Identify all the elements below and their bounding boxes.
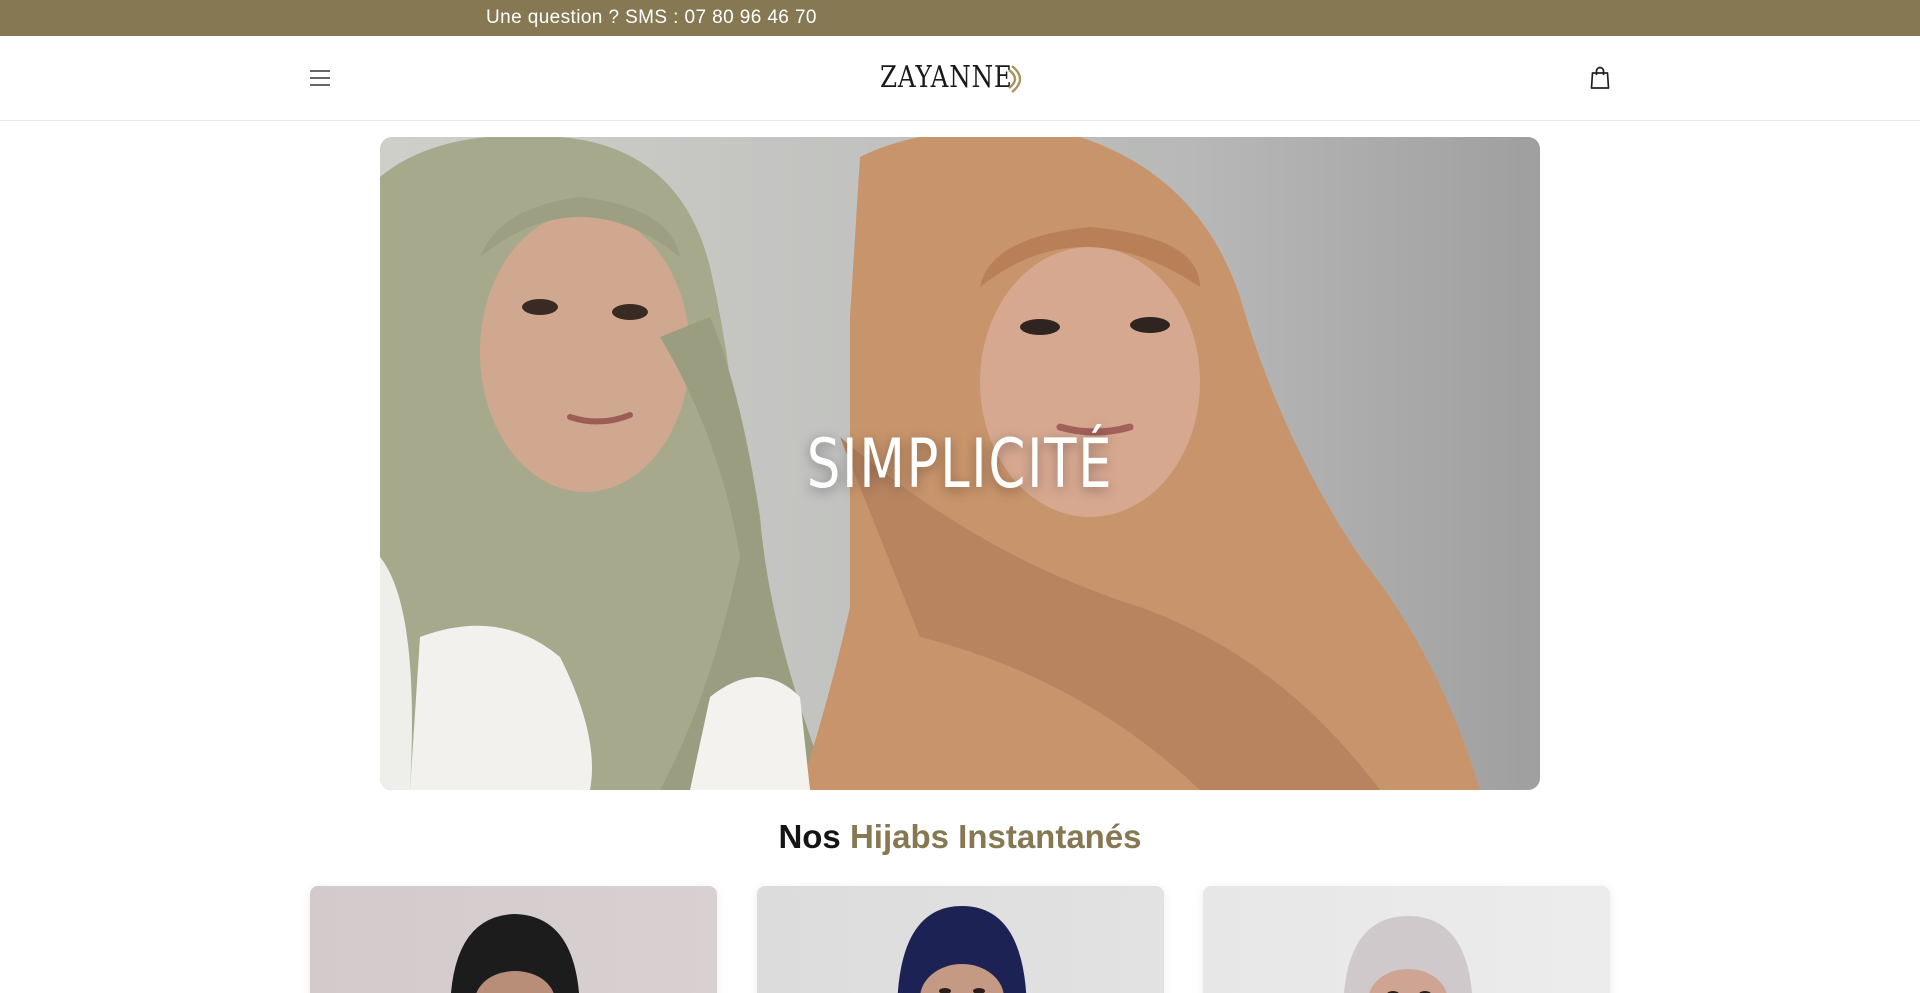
product-card[interactable] — [1203, 886, 1610, 993]
hero-banner[interactable]: SIMPLICITÉ — [380, 137, 1540, 790]
site-header: ZAYANNE — [0, 36, 1920, 121]
product-image — [1344, 916, 1472, 993]
hero-title: SIMPLICITÉ — [806, 425, 1114, 504]
section-title: Nos Hijabs Instantanés — [0, 812, 1920, 862]
section-title-accent: Hijabs Instantanés — [849, 818, 1142, 855]
product-image — [451, 914, 579, 993]
product-image — [897, 906, 1027, 993]
section-title-strong: Nos — [778, 818, 841, 855]
announcement-bar: Une question ? SMS : 07 80 96 46 70 — [0, 0, 1920, 36]
announcement-text: Une question ? SMS : 07 80 96 46 70 — [486, 7, 817, 28]
logo-crescent-icon — [1008, 65, 1022, 93]
cart-button[interactable] — [1586, 63, 1614, 93]
hamburger-menu-icon — [310, 70, 330, 86]
logo-link[interactable]: ZAYANNE — [880, 58, 1032, 98]
product-card[interactable] — [310, 886, 717, 993]
logo-text: ZAYANNE — [880, 60, 1013, 95]
product-card[interactable] — [757, 886, 1164, 993]
shopping-bag-icon — [1590, 66, 1610, 89]
menu-button[interactable] — [306, 64, 334, 92]
